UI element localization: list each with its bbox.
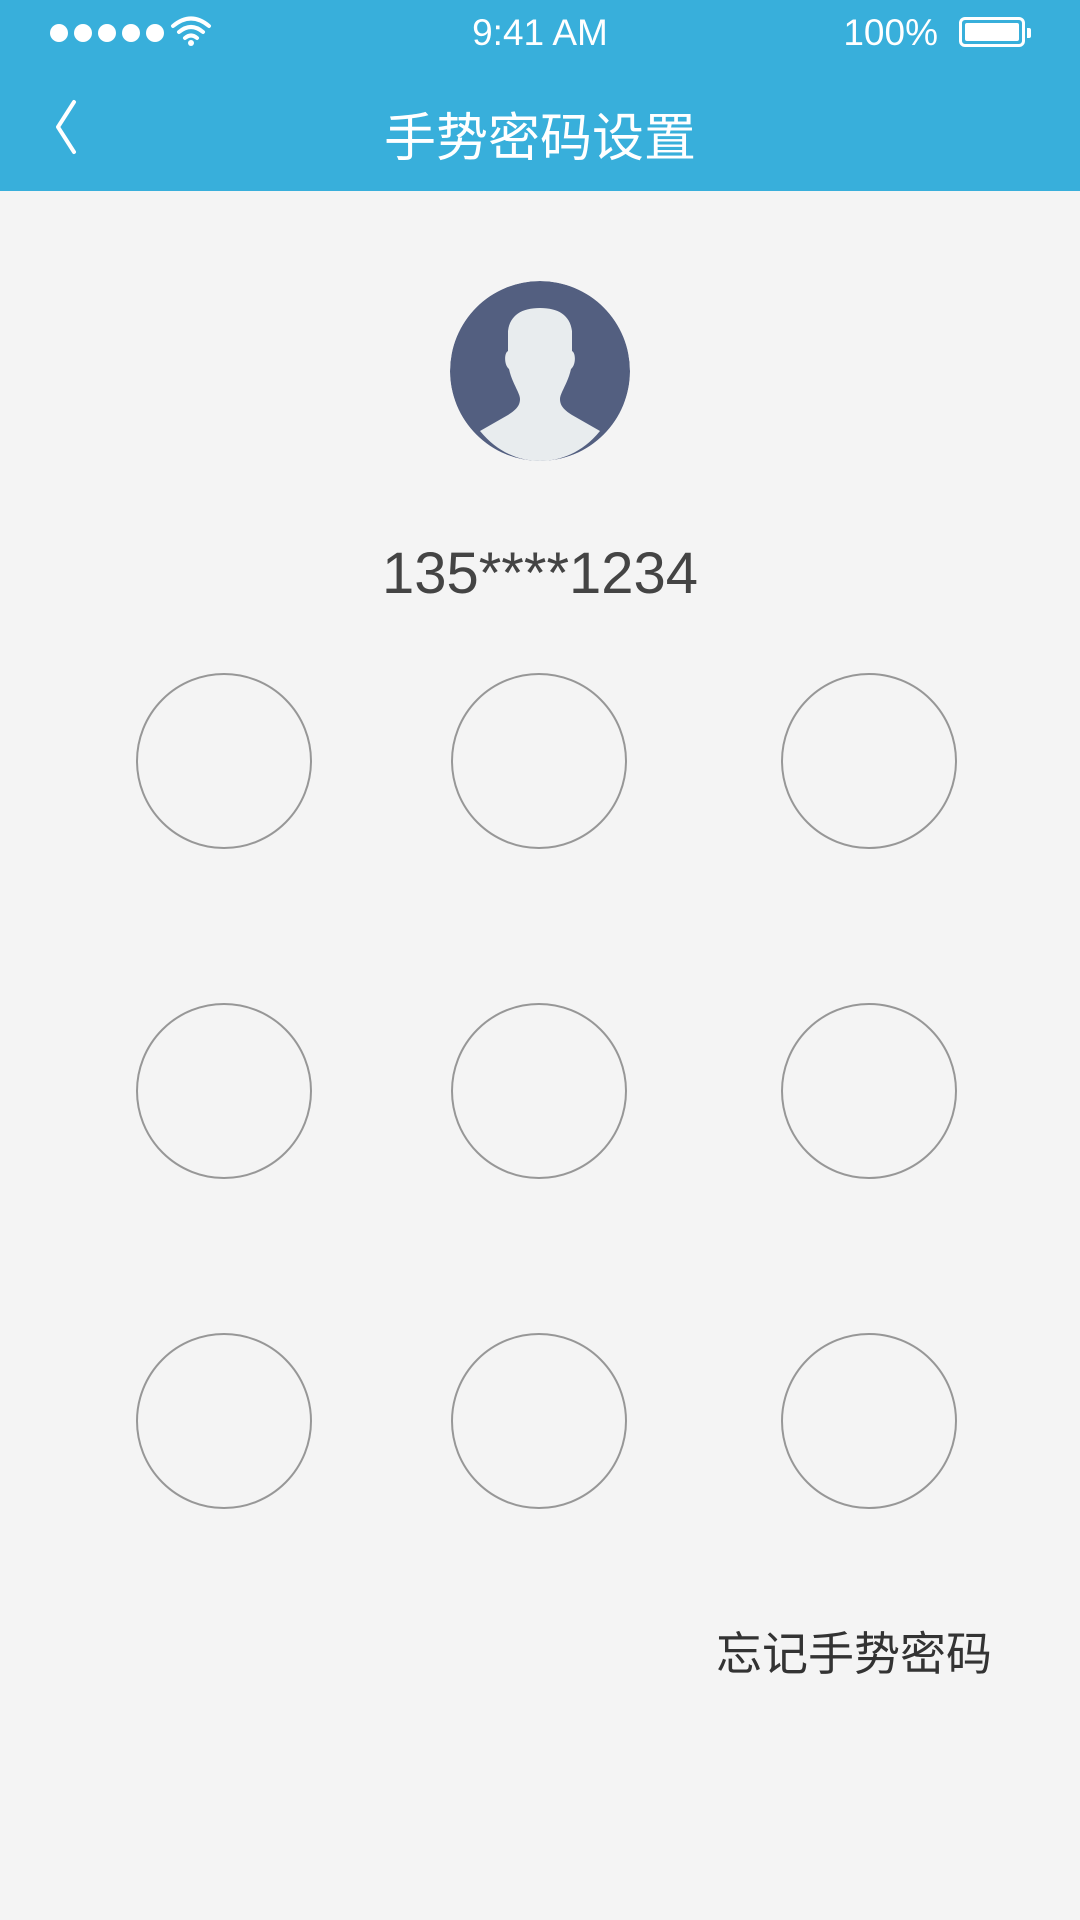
forgot-gesture-link[interactable]: 忘记手势密码 (716, 1618, 992, 1684)
gesture-point-2[interactable] (451, 673, 627, 849)
gesture-point-1[interactable] (136, 673, 312, 849)
gesture-point-5[interactable] (451, 1003, 627, 1179)
phone-number: 135****1234 (381, 541, 699, 606)
gesture-point-3[interactable] (781, 673, 957, 849)
status-bar: 9:41 AM 100% (0, 0, 1080, 68)
gesture-point-6[interactable] (781, 1003, 957, 1179)
user-silhouette-icon (450, 281, 630, 461)
battery-percent: 100% (843, 12, 938, 53)
gesture-point-4[interactable] (136, 1003, 312, 1179)
avatar (450, 281, 630, 461)
page-title: 手势密码设置 (383, 110, 696, 168)
gesture-point-9[interactable] (781, 1333, 957, 1509)
gesture-point-8[interactable] (451, 1333, 627, 1509)
battery-icon (959, 17, 1031, 47)
gesture-point-7[interactable] (136, 1333, 312, 1509)
header: 9:41 AM 100% 手势密码设置 (0, 0, 1080, 191)
nav-bar: 手势密码设置 (0, 68, 1080, 191)
